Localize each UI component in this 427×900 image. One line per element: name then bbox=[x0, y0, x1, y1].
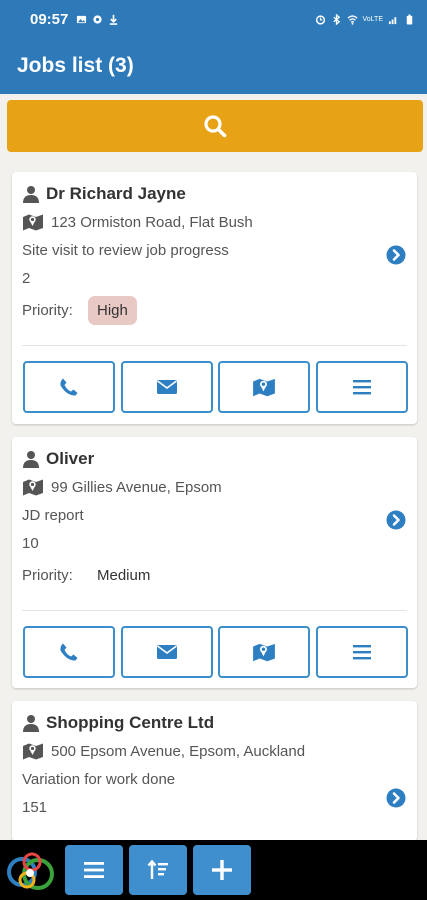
job-card[interactable]: Dr Richard Jayne 123 Ormiston Road, Flat… bbox=[12, 172, 417, 424]
job-number: 10 bbox=[22, 535, 39, 552]
person-icon bbox=[23, 715, 39, 732]
email-button[interactable] bbox=[120, 361, 213, 413]
map-icon bbox=[23, 214, 43, 231]
add-job-button[interactable] bbox=[193, 845, 251, 895]
job-client-name: Oliver bbox=[46, 449, 95, 468]
job-number: 2 bbox=[22, 270, 31, 287]
job-address: 123 Ormiston Road, Flat Bush bbox=[51, 213, 253, 231]
job-description: Site visit to review job progress bbox=[22, 242, 229, 259]
divider bbox=[22, 610, 407, 611]
bluetooth-icon bbox=[332, 13, 340, 25]
call-button[interactable] bbox=[23, 626, 115, 678]
more-options-button[interactable] bbox=[315, 361, 408, 413]
map-icon bbox=[23, 479, 43, 496]
search-icon bbox=[204, 115, 227, 138]
map-icon bbox=[253, 643, 276, 662]
job-address: 99 Gillies Avenue, Epsom bbox=[51, 478, 222, 496]
job-number: 151 bbox=[22, 799, 48, 816]
map-button[interactable] bbox=[218, 626, 311, 678]
job-client-name: Dr Richard Jayne bbox=[46, 184, 186, 203]
phone-icon bbox=[60, 378, 78, 396]
menu-icon bbox=[84, 862, 104, 878]
alarm-icon bbox=[315, 14, 325, 25]
signal-icon bbox=[388, 16, 397, 24]
map-icon bbox=[253, 378, 276, 397]
email-icon bbox=[156, 380, 177, 394]
priority-badge: Medium bbox=[97, 567, 151, 584]
phone-icon bbox=[60, 643, 78, 661]
priority-label: Priority: bbox=[22, 302, 73, 319]
chevron-right-icon[interactable] bbox=[386, 510, 406, 530]
email-icon bbox=[156, 645, 177, 659]
search-button[interactable] bbox=[7, 100, 423, 152]
chevron-right-icon[interactable] bbox=[386, 245, 406, 265]
download-icon bbox=[110, 14, 118, 25]
job-description: Variation for work done bbox=[22, 771, 176, 788]
app-logo[interactable] bbox=[5, 848, 57, 896]
bottom-toolbar bbox=[0, 840, 427, 900]
job-client-name: Shopping Centre Ltd bbox=[46, 713, 215, 732]
map-button[interactable] bbox=[218, 361, 311, 413]
job-card[interactable]: Shopping Centre Ltd 500 Epsom Avenue, Ep… bbox=[12, 701, 417, 841]
battery-icon bbox=[406, 14, 413, 25]
volte-icon: VoLTE bbox=[362, 15, 384, 23]
chevron-right-icon[interactable] bbox=[386, 788, 406, 808]
job-actions bbox=[23, 626, 408, 678]
job-card[interactable]: Oliver 99 Gillies Avenue, Epsom JD repor… bbox=[12, 437, 417, 688]
add-icon bbox=[212, 860, 232, 880]
call-button[interactable] bbox=[23, 361, 115, 413]
sort-icon bbox=[147, 859, 168, 879]
priority-label: Priority: bbox=[22, 567, 73, 584]
menu-icon bbox=[352, 380, 371, 395]
person-icon bbox=[23, 451, 39, 468]
page-title: Jobs list (3) bbox=[17, 54, 134, 77]
sort-button[interactable] bbox=[129, 845, 187, 895]
menu-icon bbox=[352, 645, 371, 660]
settings-icon bbox=[93, 14, 102, 24]
status-bar: 09:57 VoLTE bbox=[0, 0, 427, 38]
job-address: 500 Epsom Avenue, Epsom, Auckland bbox=[51, 742, 306, 760]
more-options-button[interactable] bbox=[315, 626, 408, 678]
status-time: 09:57 bbox=[30, 10, 69, 28]
job-actions bbox=[23, 361, 408, 413]
map-icon bbox=[23, 743, 43, 760]
gallery-icon bbox=[77, 15, 87, 23]
wifi-icon bbox=[346, 14, 358, 25]
email-button[interactable] bbox=[120, 626, 213, 678]
priority-badge: High bbox=[88, 296, 137, 325]
job-description: JD report bbox=[22, 507, 84, 524]
main-menu-button[interactable] bbox=[65, 845, 123, 895]
divider bbox=[22, 345, 407, 346]
app-header: Jobs list (3) bbox=[0, 38, 427, 94]
person-icon bbox=[23, 186, 39, 203]
